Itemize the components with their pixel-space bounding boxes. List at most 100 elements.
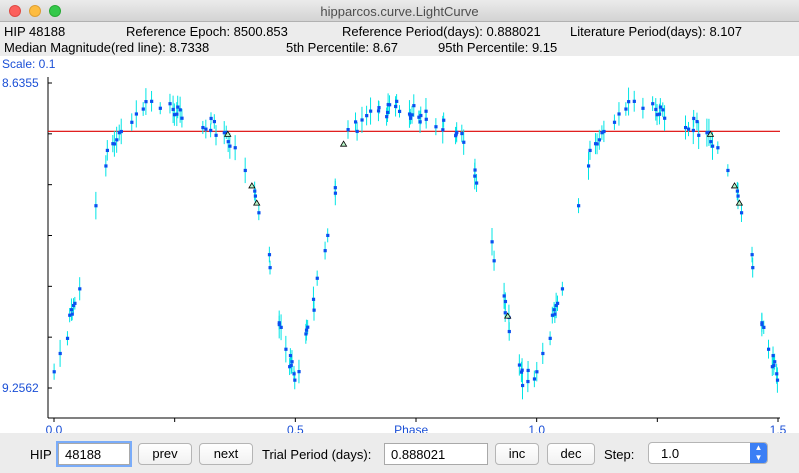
data-point	[750, 253, 754, 257]
data-point	[360, 118, 364, 122]
step-select-value: 1.0	[661, 446, 680, 461]
data-point	[209, 116, 213, 121]
data-point	[105, 148, 110, 153]
dec-button[interactable]: dec	[547, 443, 595, 465]
data-point	[460, 131, 464, 136]
data-point	[588, 148, 592, 153]
data-point	[385, 110, 390, 115]
data-point	[292, 372, 296, 376]
data-point	[735, 189, 740, 193]
data-point	[412, 104, 416, 108]
data-point	[617, 112, 621, 116]
next-button[interactable]: next	[199, 443, 253, 465]
data-point	[560, 287, 565, 291]
reference-epoch-text: Reference Epoch: 8500.853	[126, 24, 288, 39]
outlier-marker	[253, 199, 261, 206]
data-point	[624, 107, 628, 111]
data-point	[692, 116, 696, 121]
data-point	[365, 114, 369, 118]
data-point	[691, 128, 695, 133]
data-point	[739, 211, 744, 215]
ninety-fifth-percentile-text: 95th Percentile: 9.15	[438, 40, 558, 55]
data-point	[532, 377, 537, 381]
data-point	[434, 125, 438, 129]
outlier-marker	[730, 182, 739, 189]
data-point	[526, 379, 530, 384]
light-curve-chart: Scale: 0.1 8.6355 9.2562 0.0 0.5 1.0 1.5 Phase	[2, 57, 787, 437]
title-bar: hipparcos.curve.LightCurve	[0, 0, 799, 22]
inc-button[interactable]: inc	[495, 443, 539, 465]
data-point	[150, 99, 154, 103]
data-point	[94, 204, 98, 208]
data-point	[117, 131, 121, 135]
data-point	[492, 259, 496, 263]
data-point	[695, 119, 699, 124]
data-point	[526, 368, 530, 373]
data-point	[397, 109, 402, 114]
data-point	[716, 146, 720, 150]
data-point	[172, 113, 177, 117]
trial-period-label: Trial Period (days):	[262, 447, 372, 462]
data-point	[654, 107, 658, 112]
data-point	[586, 164, 591, 168]
prev-button[interactable]: prev	[138, 443, 192, 465]
data-point	[204, 127, 208, 131]
data-point	[473, 174, 477, 178]
window-title: hipparcos.curve.LightCurve	[320, 4, 479, 19]
data-point	[555, 301, 560, 305]
data-point	[521, 383, 525, 388]
data-point	[58, 351, 62, 356]
data-point	[417, 115, 421, 119]
data-point	[377, 106, 381, 110]
data-point	[519, 370, 524, 374]
x-tick-label: 1.5	[770, 423, 787, 433]
data-point	[290, 360, 294, 364]
data-point	[111, 142, 115, 146]
data-point	[663, 116, 667, 120]
step-select[interactable]: 1.0 ▲ ▼	[648, 442, 768, 464]
data-point	[424, 117, 428, 121]
control-bar: HIP 48188 prev next Trial Period (days):…	[0, 436, 799, 473]
data-point	[267, 253, 272, 257]
data-point	[395, 99, 399, 103]
data-point	[418, 120, 422, 124]
data-point	[201, 125, 205, 130]
data-point	[475, 181, 479, 185]
data-point	[176, 105, 180, 109]
scale-label: Scale: 0.1	[2, 57, 56, 71]
hip-input[interactable]: 48188	[56, 441, 132, 467]
data-point	[442, 118, 446, 122]
chevron-updown-icon: ▲ ▼	[750, 443, 767, 463]
data-point	[376, 109, 381, 113]
reference-period-text: Reference Period(days): 0.888021	[342, 24, 541, 39]
data-point	[233, 146, 237, 150]
data-point	[705, 131, 709, 135]
data-point	[212, 119, 217, 124]
data-point	[323, 249, 327, 253]
data-point	[168, 102, 172, 106]
data-point	[535, 370, 539, 374]
data-point	[709, 140, 713, 144]
data-point	[627, 100, 631, 104]
data-point	[178, 108, 182, 112]
data-point	[346, 128, 350, 132]
x-tick-label: 1.0	[528, 423, 545, 433]
data-point	[52, 370, 56, 374]
data-point	[593, 142, 598, 146]
data-point	[243, 168, 247, 173]
data-point	[304, 332, 308, 336]
data-point	[632, 99, 636, 103]
data-point	[279, 325, 283, 329]
hip-label: HIP	[30, 447, 52, 462]
data-point	[552, 308, 556, 312]
data-point	[726, 168, 730, 173]
data-point	[141, 107, 145, 111]
trial-period-input[interactable]: 0.888021	[384, 443, 488, 465]
data-point	[284, 347, 288, 351]
data-point	[333, 191, 338, 195]
data-point	[502, 294, 506, 298]
data-point	[257, 211, 261, 215]
data-point	[651, 102, 655, 106]
data-point	[65, 336, 70, 340]
data-point	[541, 351, 545, 356]
